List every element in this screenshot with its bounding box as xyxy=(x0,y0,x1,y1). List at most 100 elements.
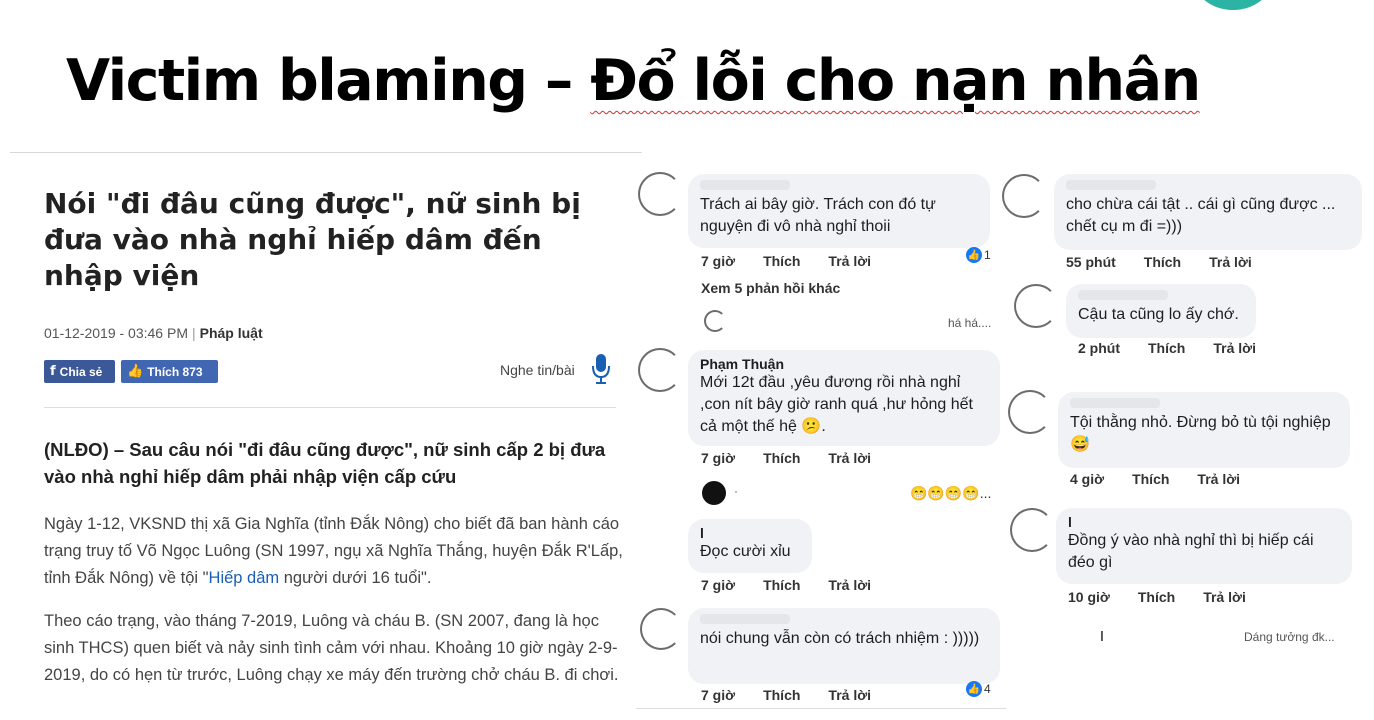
like-link[interactable]: Thích xyxy=(1138,589,1175,605)
comment-time[interactable]: 7 giờ xyxy=(701,687,735,703)
comment-bubble: Phạm Thuận Mới 12t đầu ,yêu đương rồi nh… xyxy=(688,350,1000,446)
microphone-icon[interactable] xyxy=(590,352,612,386)
article-divider xyxy=(44,407,616,408)
like-label: Thích 873 xyxy=(147,364,203,379)
facebook-share-button[interactable]: f Chia sẻ xyxy=(44,360,115,383)
listen-label[interactable]: Nghe tin/bài xyxy=(500,362,575,378)
meta-separator: | xyxy=(191,325,196,341)
title-english: Victim blaming – xyxy=(66,48,591,114)
reply-link[interactable]: Trả lời xyxy=(828,253,871,269)
comment-time[interactable]: 7 giờ xyxy=(701,577,735,593)
comment-actions: 4 giờ Thích Trả lời xyxy=(1070,471,1268,487)
avatar[interactable] xyxy=(638,172,682,216)
reply-link[interactable]: Trả lời xyxy=(1209,254,1252,270)
like-link[interactable]: Thích xyxy=(763,687,800,703)
blurred-name xyxy=(700,614,790,624)
reply-snippet: há há.... xyxy=(948,316,992,330)
comment-bubble: cho chừa cái tật .. cái gì cũng được ...… xyxy=(1054,174,1362,250)
avatar[interactable] xyxy=(1002,174,1046,218)
reaction-count[interactable]: 👍 4 xyxy=(966,681,991,697)
decorative-circle xyxy=(1192,0,1274,10)
reaction-number: 1 xyxy=(984,248,991,262)
blurred-name xyxy=(700,180,790,190)
comment-text: nói chung vẫn còn có trách nhiệm : ))))) xyxy=(700,630,980,647)
article-paragraph-1: Ngày 1-12, VKSND thị xã Gia Nghĩa (tỉnh … xyxy=(44,511,624,592)
comment-actions: 7 giờ Thích Trả lời xyxy=(701,450,899,466)
comment-bubble: Cậu ta cũng lo ấy chớ. xyxy=(1066,284,1256,338)
title-vietnamese: Đổ lỗi cho nạn nhân xyxy=(590,48,1201,114)
article-date: 01-12-2019 - 03:46 PM xyxy=(44,325,188,341)
comment-text: Đọc cười xỉu xyxy=(700,543,791,560)
avatar[interactable] xyxy=(638,348,682,392)
avatar[interactable] xyxy=(1014,284,1058,328)
reply-link[interactable]: Trả lời xyxy=(828,687,871,703)
comment-time[interactable]: 7 giờ xyxy=(701,253,735,269)
comment-actions: 7 giờ Thích Trả lời xyxy=(701,577,899,593)
share-label: Chia sẻ xyxy=(59,364,103,379)
emoji-reply: 😁😁😁😁... xyxy=(910,485,992,501)
like-link[interactable]: Thích xyxy=(1132,471,1169,487)
comment-bubble: Trách ai bây giờ. Trách con đó tự nguyện… xyxy=(688,174,990,248)
comment-bubble: l Đọc cười xỉu xyxy=(688,519,812,573)
avatar[interactable] xyxy=(640,608,682,650)
comment-time[interactable]: 7 giờ xyxy=(701,450,735,466)
comment-actions: 55 phút Thích Trả lời xyxy=(1066,254,1280,270)
comment-time[interactable]: 2 phút xyxy=(1078,340,1120,356)
reaction-number: 4 xyxy=(984,682,991,696)
reply-name: · xyxy=(734,484,738,498)
reply-marker: l xyxy=(1100,628,1104,644)
reply-link[interactable]: Trả lời xyxy=(1197,471,1240,487)
comment-actions: 7 giờ Thích Trả lời xyxy=(701,253,899,269)
article-headline[interactable]: Nói "đi đâu cũng được", nữ sinh bị đưa v… xyxy=(44,186,614,294)
comment-text: Cậu ta cũng lo ấy chớ. xyxy=(1078,306,1239,323)
comment-bubble: nói chung vẫn còn có trách nhiệm : ))))) xyxy=(688,608,1000,684)
blurred-name xyxy=(1070,398,1160,408)
thumbs-up-icon: 👍 xyxy=(127,364,144,379)
article-divider-top xyxy=(10,152,642,153)
comment-time[interactable]: 10 giờ xyxy=(1068,589,1110,605)
reply-link[interactable]: Trả lời xyxy=(1213,340,1256,356)
slide-title: Victim blaming – Đổ lỗi cho nạn nhân xyxy=(66,48,1201,114)
commenter-name[interactable]: l xyxy=(700,525,800,541)
like-link[interactable]: Thích xyxy=(763,450,800,466)
news-article: Nói "đi đâu cũng được", nữ sinh bị đưa v… xyxy=(10,152,642,720)
like-link[interactable]: Thích xyxy=(1144,254,1181,270)
comment-actions: 10 giờ Thích Trả lời xyxy=(1068,589,1274,605)
facebook-icon: f xyxy=(50,364,56,379)
comment-time[interactable]: 4 giờ xyxy=(1070,471,1104,487)
like-reaction-icon: 👍 xyxy=(966,681,982,697)
avatar[interactable] xyxy=(1010,508,1054,552)
avatar[interactable] xyxy=(704,310,726,332)
reply-link[interactable]: Trả lời xyxy=(828,577,871,593)
comment-bubble: Tội thằng nhỏ. Đừng bỏ tù tội nghiệp 😅 xyxy=(1058,392,1350,468)
like-link[interactable]: Thích xyxy=(1148,340,1185,356)
like-link[interactable]: Thích xyxy=(763,577,800,593)
facebook-like-button[interactable]: 👍 Thích 873 xyxy=(121,360,218,383)
comment-bubble: l Đồng ý vào nhà nghỉ thì bị hiếp cái đé… xyxy=(1056,508,1352,584)
reaction-count[interactable]: 👍 1 xyxy=(966,247,991,263)
blurred-name xyxy=(1066,180,1156,190)
commenter-name[interactable]: Phạm Thuận xyxy=(700,356,988,372)
comment-time[interactable]: 55 phút xyxy=(1066,254,1116,270)
like-reaction-icon: 👍 xyxy=(966,247,982,263)
article-lead: (NLĐO) – Sau câu nói "đi đâu cũng được",… xyxy=(44,439,606,487)
divider xyxy=(636,708,1006,709)
reply-link[interactable]: Trả lời xyxy=(1203,589,1246,605)
comment-text: Đồng ý vào nhà nghỉ thì bị hiếp cái đéo … xyxy=(1068,532,1314,571)
commenter-name[interactable]: l xyxy=(1068,514,1340,530)
reply-link[interactable]: Trả lời xyxy=(828,450,871,466)
comment-actions: 7 giờ Thích Trả lời xyxy=(701,687,899,703)
article-category[interactable]: Pháp luật xyxy=(200,325,263,341)
article-meta: 01-12-2019 - 03:46 PM | Pháp luật xyxy=(44,325,263,341)
avatar[interactable] xyxy=(1008,390,1052,434)
comment-text: Mới 12t đầu ,yêu đương rồi nhà nghỉ ,con… xyxy=(700,374,973,435)
article-paragraph-2: Theo cáo trạng, vào tháng 7-2019, Luông … xyxy=(44,612,619,684)
avatar[interactable] xyxy=(702,481,726,505)
blurred-name xyxy=(1078,290,1168,300)
like-link[interactable]: Thích xyxy=(763,253,800,269)
hiep-dam-link[interactable]: Hiếp dâm xyxy=(209,569,280,587)
reply-snippet: Dáng tưởng đk... xyxy=(1244,630,1335,644)
view-more-replies[interactable]: Xem 5 phản hồi khác xyxy=(701,280,840,296)
comment-text: Trách ai bây giờ. Trách con đó tự nguyện… xyxy=(700,196,936,235)
comment-text: cho chừa cái tật .. cái gì cũng được ...… xyxy=(1066,196,1336,235)
